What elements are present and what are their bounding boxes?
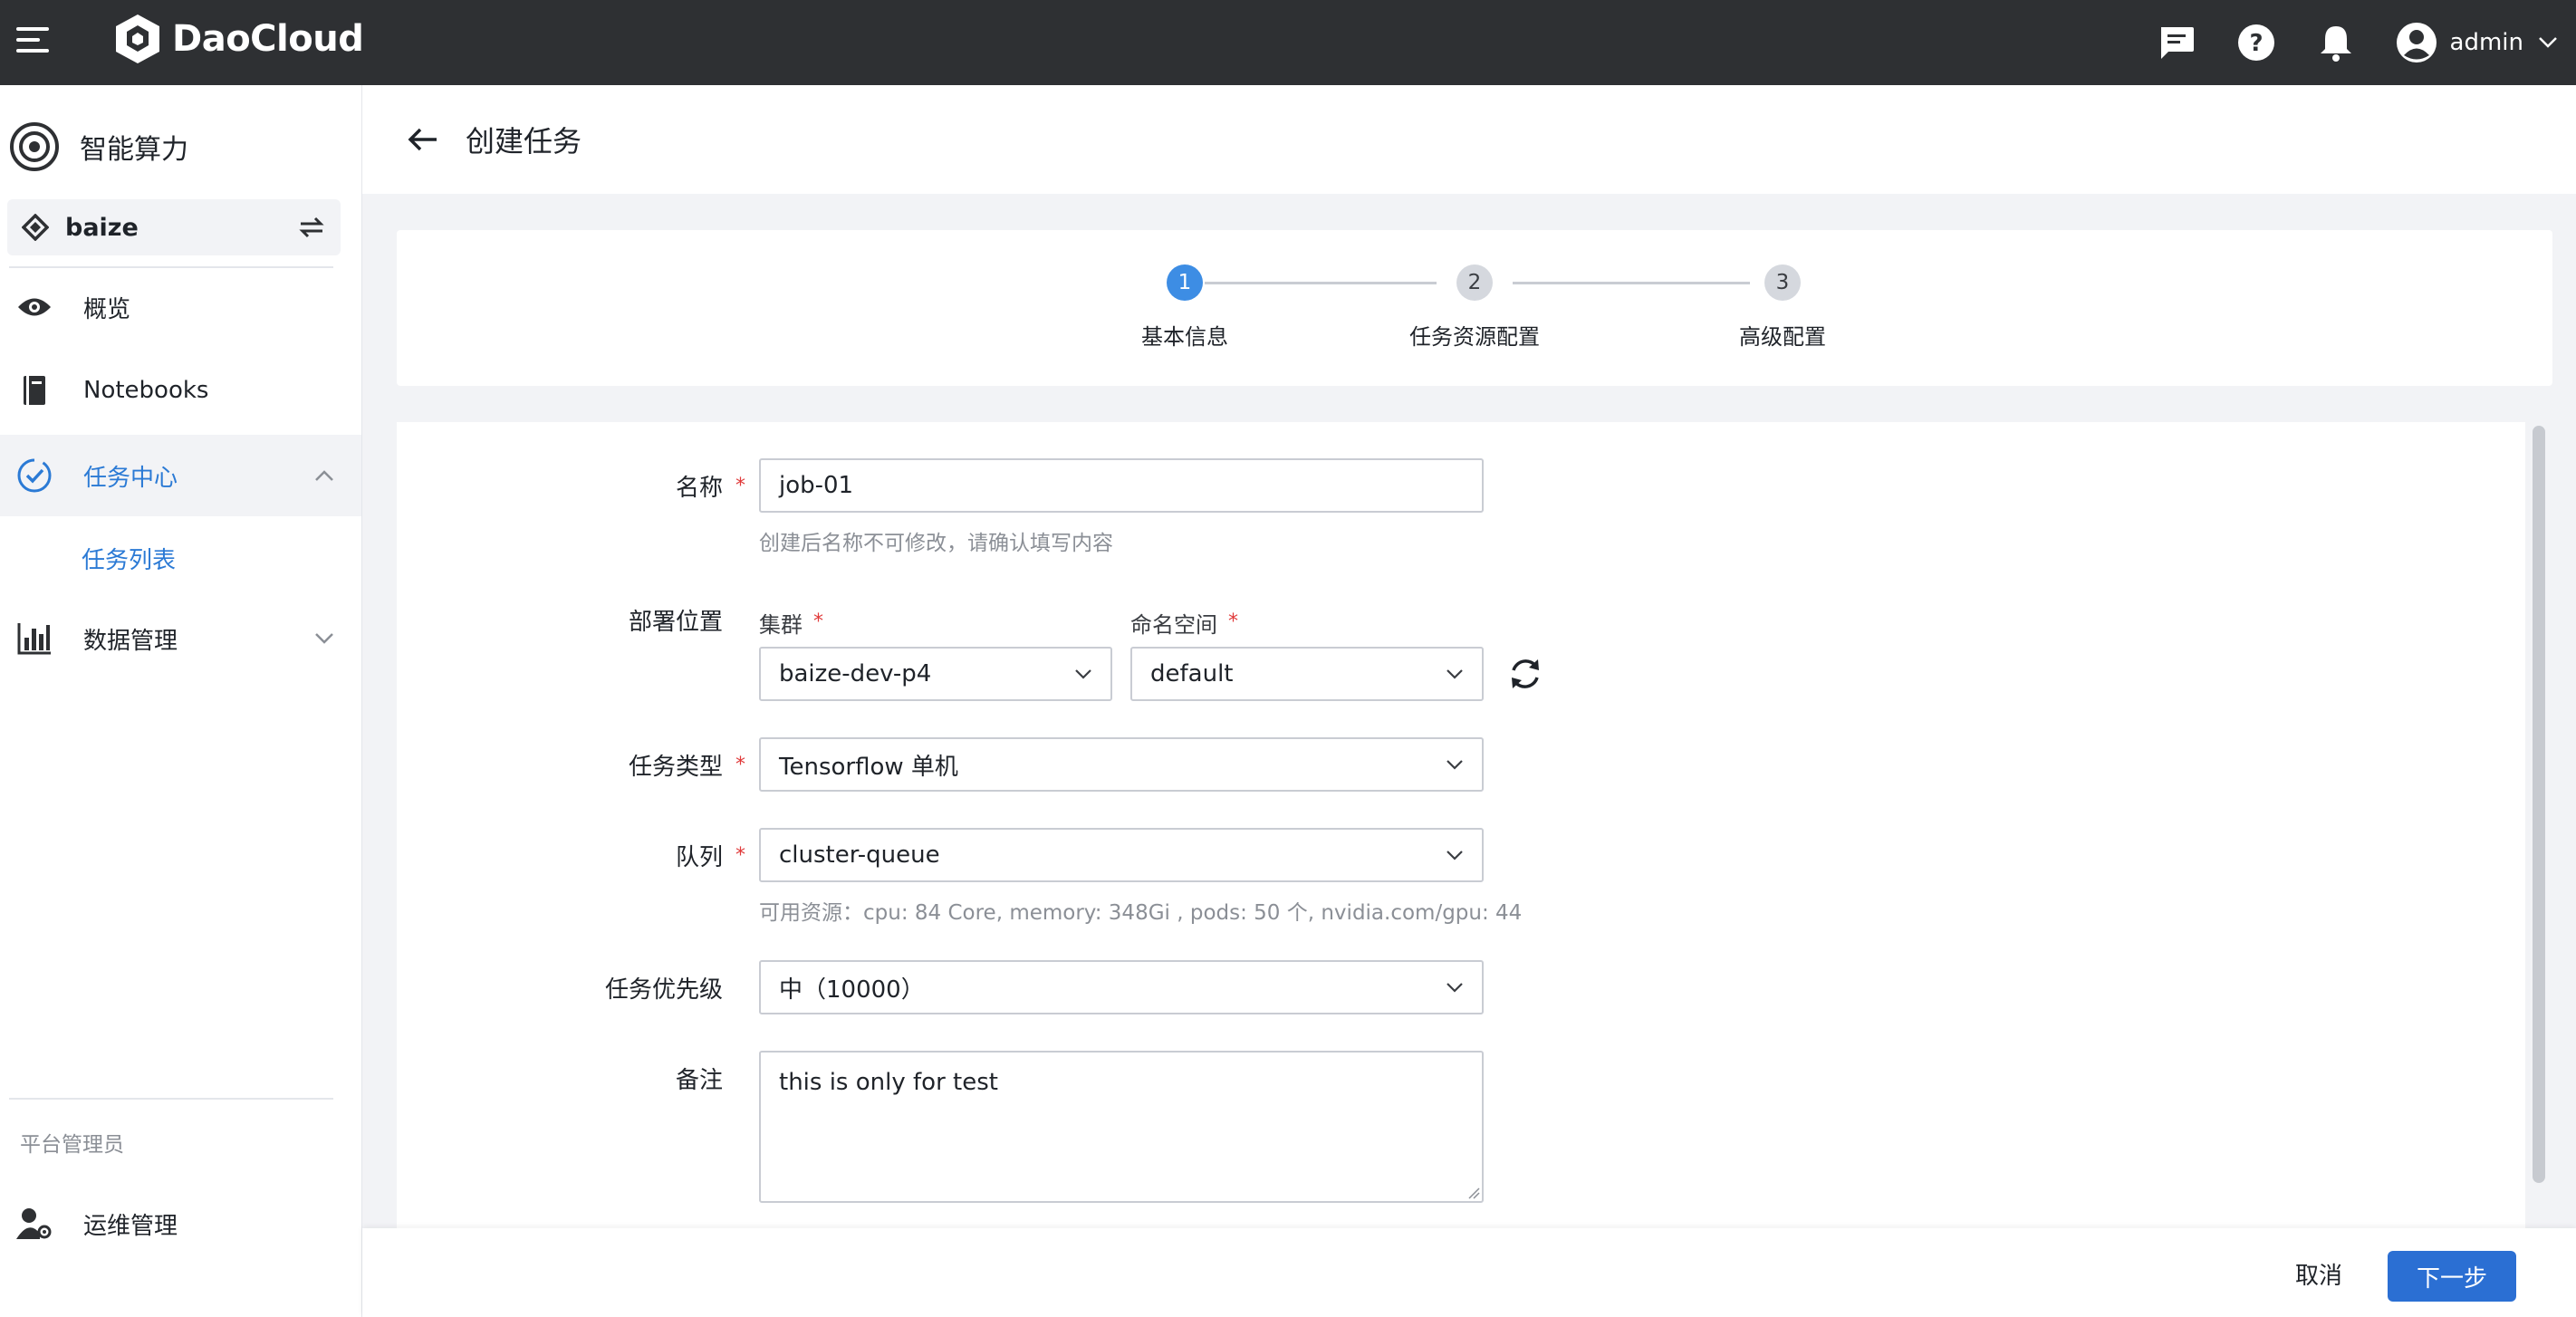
target-icon — [10, 122, 59, 171]
workspace-selector[interactable]: baize — [7, 199, 341, 255]
cancel-button[interactable]: 取消 — [2264, 1246, 2373, 1301]
step-basic-info: 1 基本信息 — [1094, 264, 1275, 351]
sidebar-item-notebooks[interactable]: Notebooks — [0, 350, 361, 431]
step-label: 高级配置 — [1739, 324, 1826, 350]
remark-label: 备注 — [675, 1067, 723, 1094]
namespace-label: 命名空间 — [1130, 612, 1217, 638]
switch-icon[interactable] — [297, 215, 326, 240]
step-number: 3 — [1764, 264, 1801, 301]
chevron-down-icon — [2539, 37, 2557, 48]
deploy-location-label: 部署位置 — [628, 609, 723, 636]
name-input-value: job-01 — [779, 472, 854, 499]
back-arrow-icon[interactable] — [408, 127, 438, 152]
next-step-button[interactable]: 下一步 — [2388, 1251, 2516, 1302]
app-title-text: 智能算力 — [80, 134, 188, 166]
sidebar-section-admin: 平台管理员 — [20, 1133, 124, 1157]
cluster-select[interactable]: baize-dev-p4 — [759, 647, 1112, 701]
chevron-down-icon — [1447, 669, 1463, 679]
step-label: 基本信息 — [1141, 324, 1228, 350]
sidebar-item-overview[interactable]: 概览 — [0, 266, 361, 348]
user-menu[interactable]: admin — [2396, 22, 2558, 63]
namespace-select-value: default — [1150, 660, 1234, 687]
priority-select[interactable]: 中（10000） — [759, 960, 1484, 1014]
daocloud-logo-icon — [116, 14, 159, 63]
page-header: 创建任务 — [362, 85, 2576, 194]
help-icon[interactable]: ? — [2236, 23, 2276, 62]
message-icon[interactable] — [2157, 23, 2196, 62]
queue-select[interactable]: cluster-queue — [759, 828, 1484, 882]
sidebar-item-data-management[interactable]: 数据管理 — [0, 598, 361, 679]
eye-icon — [18, 298, 51, 316]
required-mark: * — [735, 475, 745, 497]
notebook-icon — [24, 376, 45, 405]
sidebar-item-label: Notebooks — [83, 377, 209, 404]
bar-chart-icon — [17, 623, 51, 655]
required-mark: * — [813, 610, 823, 633]
sidebar: 智能算力 baize 概览 Notebooks 任务中心 任务列表 数据管理 平… — [0, 85, 362, 1317]
step-number: 2 — [1456, 264, 1493, 301]
avatar-icon — [2396, 23, 2437, 62]
steps-card: 1 基本信息 2 任务资源配置 3 高级配置 — [397, 230, 2552, 386]
required-mark: * — [1228, 610, 1238, 633]
user-name: admin — [2449, 29, 2523, 56]
workspace-icon — [22, 214, 49, 241]
remark-textarea-value: this is only for test — [779, 1069, 998, 1096]
cluster-select-value: baize-dev-p4 — [779, 660, 932, 687]
chevron-down-icon — [1447, 760, 1463, 770]
remark-textarea[interactable]: this is only for test — [759, 1051, 1484, 1203]
required-mark: * — [735, 754, 745, 776]
name-label: 名称 — [675, 475, 723, 502]
sidebar-item-label: 概览 — [83, 295, 131, 323]
chevron-down-icon — [315, 633, 333, 644]
chevron-down-icon — [1075, 669, 1091, 679]
check-circle-icon — [17, 458, 52, 493]
task-type-select[interactable]: Tensorflow 单机 — [759, 737, 1484, 792]
brand-logo[interactable]: DaoCloud — [112, 13, 364, 65]
name-hint: 创建后名称不可修改，请确认填写内容 — [759, 532, 1113, 555]
chevron-down-icon — [1447, 983, 1463, 993]
sidebar-divider — [9, 1098, 333, 1100]
step-resource-config: 2 任务资源配置 — [1384, 264, 1565, 351]
scrollbar[interactable] — [2533, 426, 2545, 1183]
page-title: 创建任务 — [466, 124, 582, 159]
user-gear-icon — [16, 1208, 52, 1239]
workspace-name: baize — [65, 213, 139, 242]
top-bar: DaoCloud ? admin — [0, 0, 2576, 85]
sidebar-subitem-task-list[interactable]: 任务列表 — [82, 542, 176, 575]
chevron-up-icon — [315, 470, 333, 481]
footer-bar — [362, 1228, 2576, 1317]
sidebar-item-label: 数据管理 — [83, 627, 178, 655]
step-advanced-config: 3 高级配置 — [1692, 264, 1873, 351]
step-number: 1 — [1167, 264, 1203, 301]
namespace-select[interactable]: default — [1130, 647, 1484, 701]
brand-name: DaoCloud — [172, 18, 364, 60]
task-type-select-value: Tensorflow 单机 — [779, 753, 958, 781]
cluster-label: 集群 — [759, 612, 803, 638]
sidebar-item-ops-management[interactable]: 运维管理 — [0, 1183, 361, 1264]
priority-label: 任务优先级 — [604, 976, 723, 1004]
sidebar-item-label: 运维管理 — [83, 1212, 178, 1240]
notification-bell-icon[interactable] — [2316, 23, 2356, 62]
required-mark: * — [735, 844, 745, 867]
queue-select-value: cluster-queue — [779, 841, 940, 869]
name-input[interactable]: job-01 — [759, 458, 1484, 513]
resize-handle-icon[interactable] — [1467, 1187, 1480, 1199]
task-type-label: 任务类型 — [628, 754, 723, 781]
refresh-icon[interactable] — [1507, 656, 1543, 692]
queue-resource-hint: 可用资源：cpu: 84 Core, memory: 348Gi , pods:… — [759, 901, 1523, 925]
step-label: 任务资源配置 — [1409, 324, 1540, 350]
svg-text:?: ? — [2249, 30, 2263, 57]
chevron-down-icon — [1447, 851, 1463, 860]
app-title: 智能算力 — [9, 121, 188, 172]
sidebar-item-label: 任务中心 — [83, 464, 178, 492]
priority-select-value: 中（10000） — [779, 976, 925, 1004]
sidebar-item-task-center[interactable]: 任务中心 — [0, 435, 361, 516]
menu-icon[interactable] — [16, 27, 49, 56]
queue-label: 队列 — [675, 844, 723, 871]
